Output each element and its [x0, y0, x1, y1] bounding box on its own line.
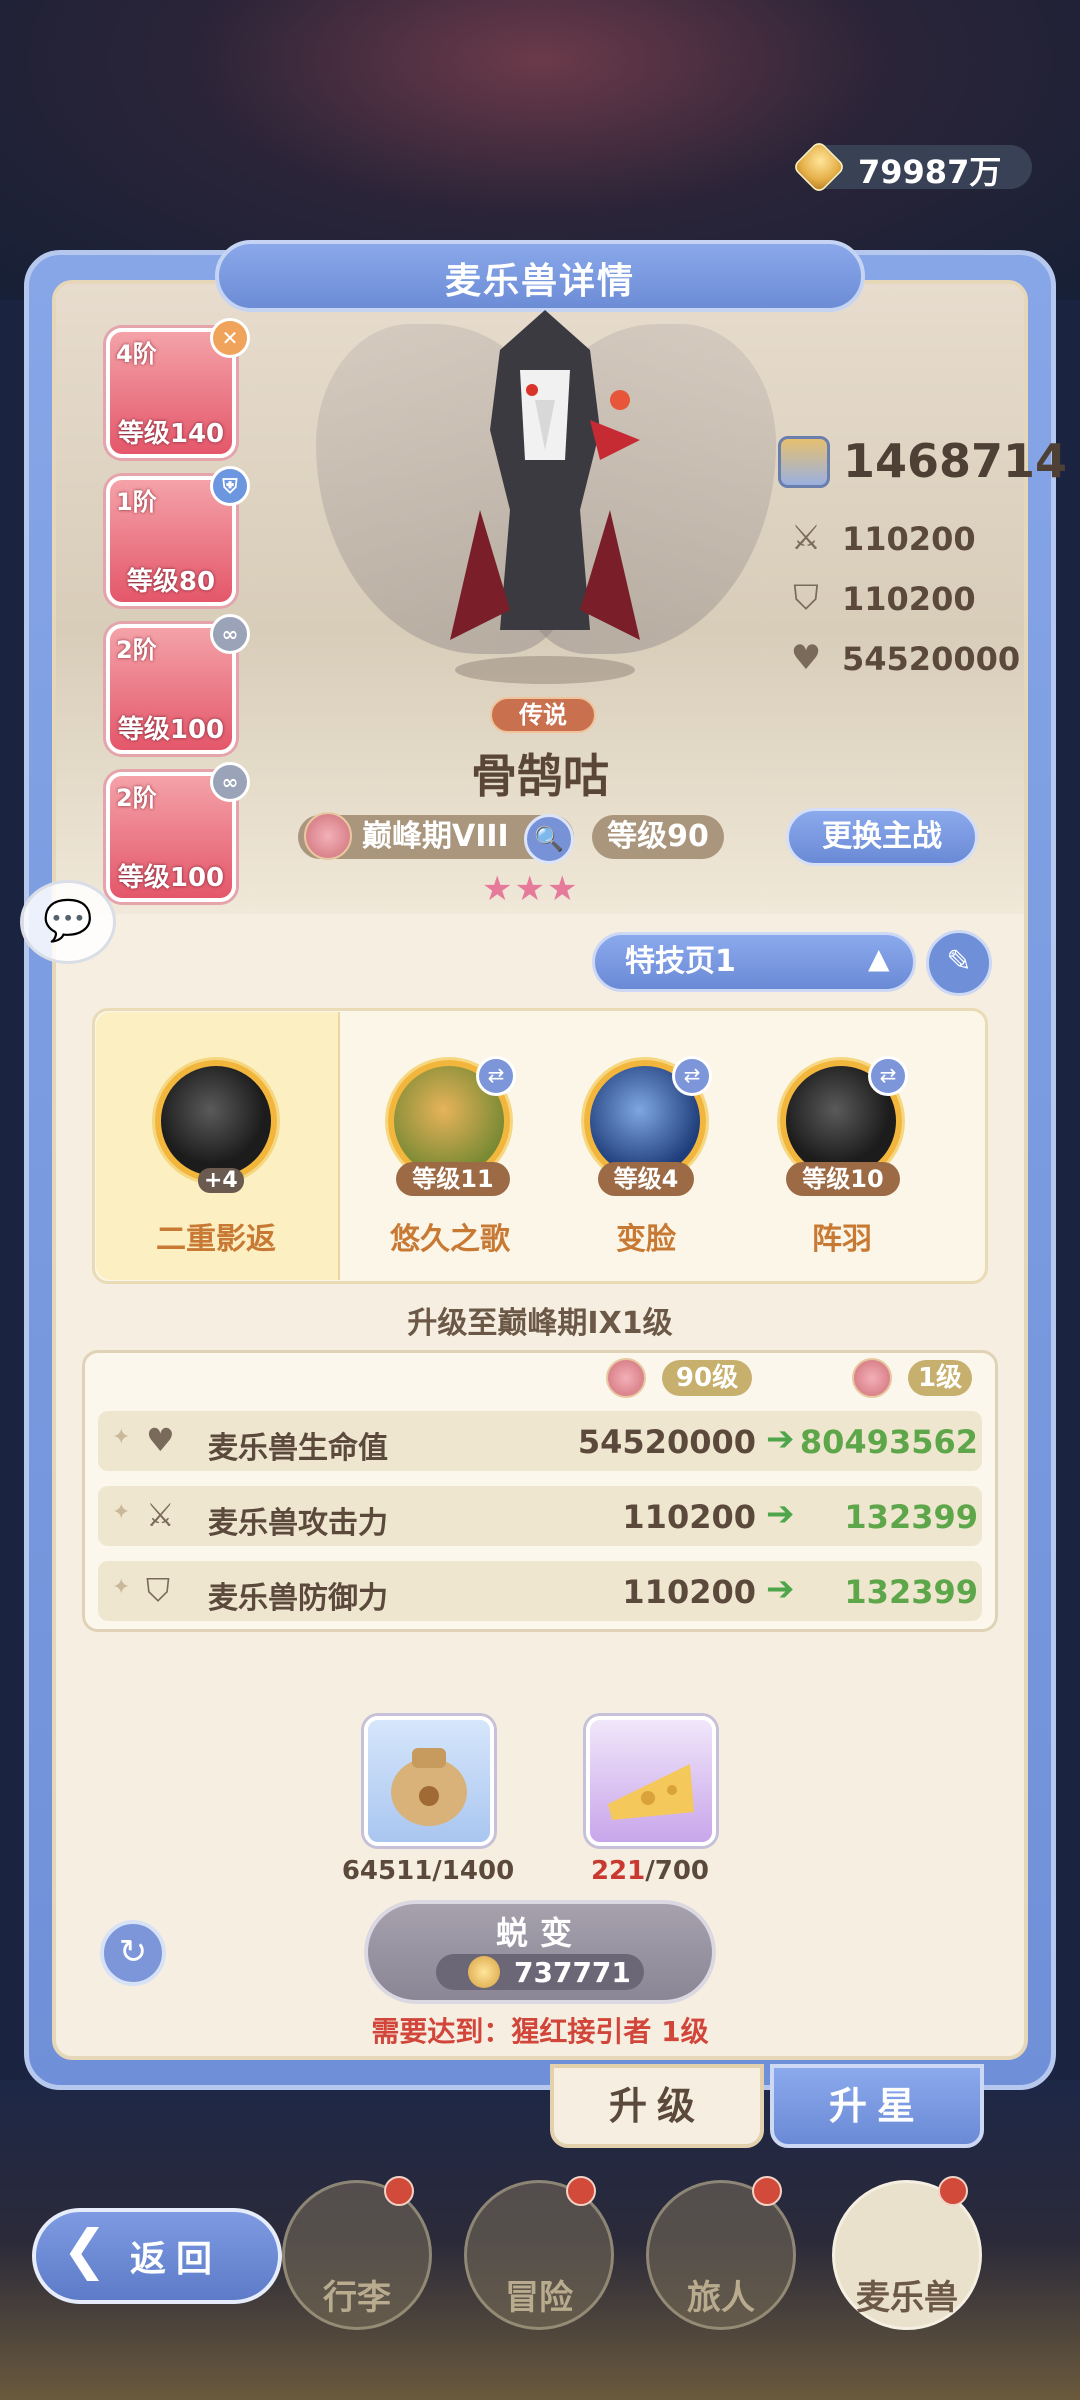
material-food-bag[interactable]	[364, 1716, 494, 1846]
hp-icon: ♥	[146, 1421, 175, 1459]
notification-dot	[566, 2176, 596, 2206]
hp-icon: ♥	[790, 638, 822, 678]
stat-row-defense: ✦ ⛉ 麦乐兽防御力 110200 ➔ 132399	[98, 1561, 982, 1621]
nav-label: 旅人	[687, 2278, 755, 2318]
back-arrow-icon: ❮	[62, 2218, 108, 2281]
caret-up-icon: ▲	[868, 942, 890, 975]
team-stage: 2阶	[116, 636, 157, 664]
power-value: 1468714	[843, 434, 1068, 488]
stat-next: 132399	[844, 1573, 978, 1611]
team-level: 等级100	[117, 715, 225, 745]
hp-value: 54520000	[842, 640, 1021, 678]
chat-icon[interactable]: 💬	[20, 880, 116, 964]
stat-label: 麦乐兽防御力	[208, 1581, 388, 1616]
team-level: 等级80	[126, 567, 216, 597]
evolve-label: 蜕变	[495, 1914, 584, 1952]
evolve-cost: 737771	[514, 1956, 631, 1989]
current-level-badge: 90级	[662, 1360, 752, 1396]
skill-name: 变脸	[616, 1222, 676, 1257]
star-rating: ★★★	[482, 869, 580, 909]
currency-amount: 79987万	[858, 153, 1002, 191]
stat-current: 110200	[622, 1573, 756, 1611]
nav-label: 麦乐兽	[856, 2278, 958, 2318]
team-member-card[interactable]: 2阶 等级100 ∞	[106, 614, 250, 754]
team-member-card[interactable]: 2阶 等级100 ∞	[106, 762, 250, 902]
link-type-icon: ∞	[210, 762, 250, 802]
stat-next: 132399	[844, 1498, 978, 1536]
team-member-card[interactable]: 4阶 等级140 ✕	[106, 318, 250, 458]
skill-level: +4	[198, 1168, 244, 1193]
stage-emblem-icon	[852, 1358, 892, 1398]
link-type-icon: ∞	[210, 614, 250, 654]
cheese-icon	[608, 1764, 694, 1820]
bullet-icon: ✦	[112, 1425, 131, 1450]
creature-name: 骨鹄咕	[471, 749, 609, 803]
food-bag-icon	[391, 1748, 467, 1826]
swap-icon[interactable]: ⇄	[476, 1056, 516, 1096]
creature-level: 等级90	[592, 815, 724, 859]
stage-emblem-icon	[606, 1358, 646, 1398]
notification-dot	[752, 2176, 782, 2206]
team-stage: 2阶	[116, 784, 157, 812]
bullet-icon: ✦	[112, 1500, 131, 1525]
skill-name: 二重影返	[156, 1222, 276, 1257]
attack-type-icon: ✕	[210, 318, 250, 358]
refresh-icon[interactable]: ↻	[100, 1920, 166, 1986]
stage-emblem-icon	[304, 812, 352, 860]
stat-label: 麦乐兽生命值	[208, 1431, 388, 1466]
stat-row-hp: ✦ ♥ 麦乐兽生命值 54520000 ➔ 80493562	[98, 1411, 982, 1471]
material-count: 64511/1400	[341, 1856, 515, 1886]
skill-orb-main[interactable]	[155, 1060, 277, 1182]
skill-level: 等级4	[598, 1162, 694, 1196]
stat-current: 110200	[622, 1498, 756, 1536]
nav-label: 冒险	[505, 2278, 573, 2318]
power-icon	[778, 436, 830, 488]
notification-dot	[384, 2176, 414, 2206]
tab-star-up[interactable]: 升星	[770, 2064, 984, 2148]
notification-dot	[938, 2176, 968, 2206]
evolve-requirement: 需要达到：猩红接引者 1级	[371, 2015, 709, 2048]
creature-illustration	[450, 310, 640, 684]
swap-icon[interactable]: ⇄	[672, 1056, 712, 1096]
stat-label: 麦乐兽攻击力	[208, 1506, 388, 1541]
skill-name: 阵羽	[812, 1222, 872, 1257]
nav-label: 行李	[323, 2278, 391, 2318]
rarity-tag: 传说	[490, 697, 596, 733]
team-level: 等级140	[117, 419, 225, 449]
skill-level: 等级10	[786, 1162, 900, 1196]
edit-icon[interactable]: ✎	[926, 930, 992, 996]
zoom-icon[interactable]: 🔍	[524, 814, 574, 864]
bullet-icon: ✦	[112, 1575, 131, 1600]
upgrade-title: 升级至巅峰期IX1级	[407, 1306, 673, 1341]
change-main-button[interactable]: 更换主战	[786, 808, 978, 866]
stat-row-attack: ✦ ⚔ 麦乐兽攻击力 110200 ➔ 132399	[98, 1486, 982, 1546]
material-cheese[interactable]	[586, 1716, 716, 1846]
stat-current: 54520000	[577, 1423, 756, 1461]
defense-value: 110200	[842, 580, 976, 618]
attack-value: 110200	[842, 520, 976, 558]
defense-icon: ⛉	[146, 1571, 171, 1609]
material-count: 221/700	[590, 1856, 710, 1886]
defense-icon: ⛉	[793, 578, 819, 618]
skill-level: 等级11	[396, 1162, 510, 1196]
stat-next: 80493562	[799, 1423, 978, 1461]
swap-icon[interactable]: ⇄	[868, 1056, 908, 1096]
next-level-badge: 1级	[908, 1360, 972, 1396]
attack-icon: ⚔	[790, 518, 822, 558]
skill-name: 悠久之歌	[390, 1222, 510, 1257]
coin-icon	[468, 1956, 500, 1988]
attack-icon: ⚔	[146, 1496, 175, 1534]
back-label: 返回	[130, 2239, 223, 2280]
team-stage: 1阶	[116, 488, 157, 516]
shield-type-icon: ⛨	[210, 466, 250, 506]
team-stage: 4阶	[116, 340, 157, 368]
panel-title: 麦乐兽详情	[444, 261, 635, 302]
team-member-card[interactable]: 1阶 等级80 ⛨	[106, 466, 250, 606]
team-level: 等级100	[117, 863, 225, 893]
tab-upgrade[interactable]: 升级	[550, 2064, 764, 2148]
